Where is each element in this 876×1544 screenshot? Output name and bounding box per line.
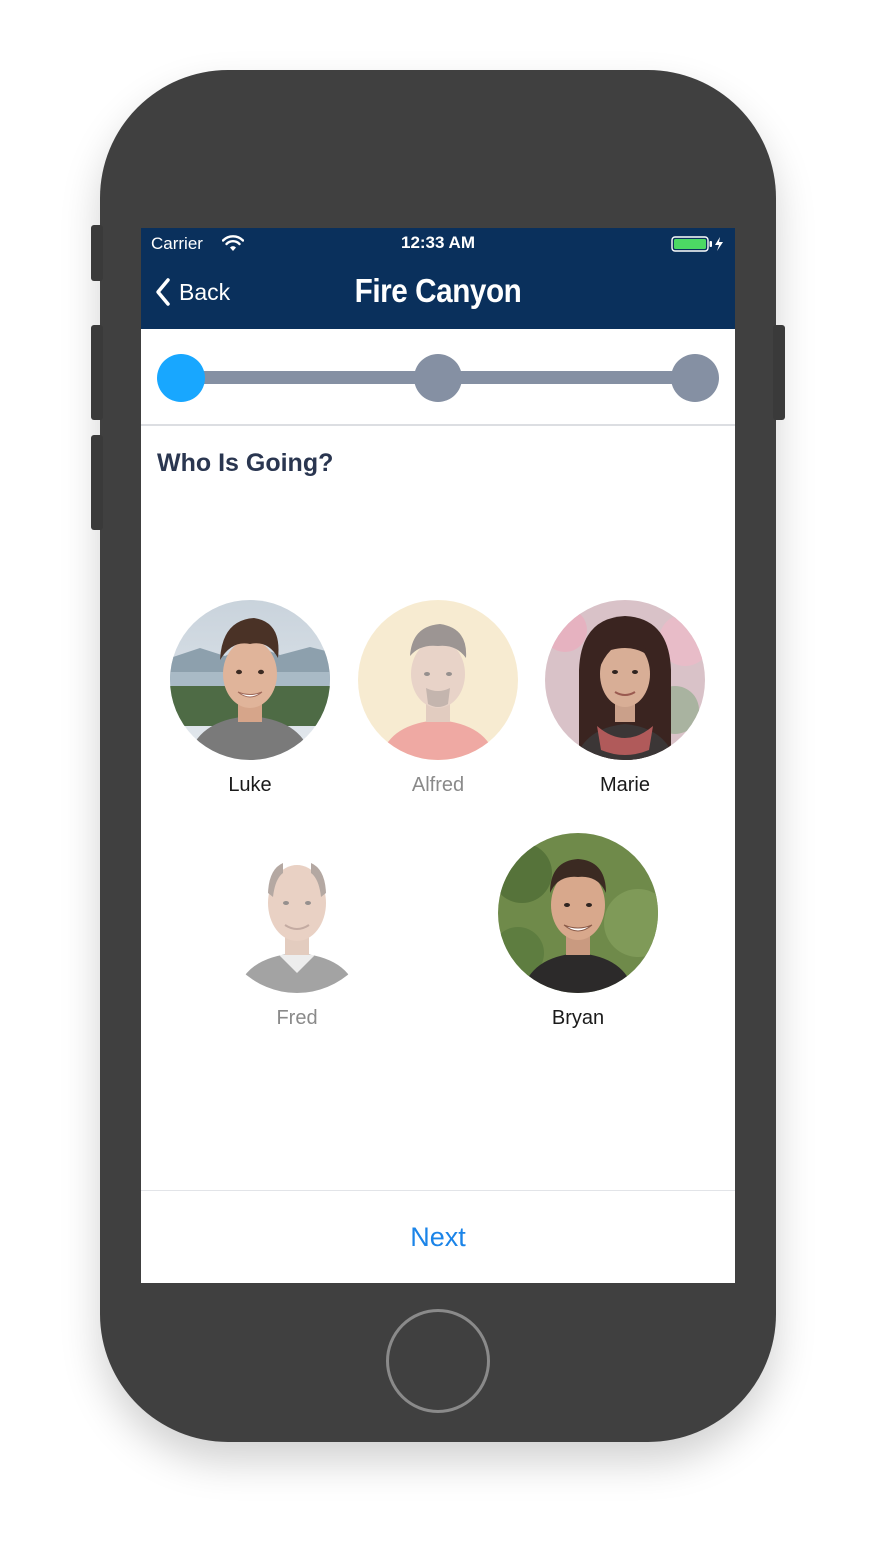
step-connector-2 <box>438 371 695 384</box>
person-name: Bryan <box>551 1007 605 1029</box>
page-title: Fire Canyon <box>354 272 522 309</box>
person-marie[interactable]: Marie <box>545 600 705 797</box>
step-connector-1 <box>181 371 438 384</box>
avatar-marie <box>545 600 705 760</box>
footer-bar: Next <box>141 1190 735 1283</box>
chevron-left-icon <box>156 278 170 306</box>
avatar-alfred <box>358 600 518 760</box>
step-1-indicator[interactable] <box>157 354 205 402</box>
avatar-fred <box>217 833 377 993</box>
avatar-luke <box>170 600 330 760</box>
app-screen: Carrier 12:33 AM Back Fire Canyon Who Is… <box>141 228 735 1283</box>
progress-stepper <box>141 329 735 426</box>
navigation-bar: Back Fire Canyon <box>141 262 735 329</box>
step-2-indicator[interactable] <box>414 354 462 402</box>
person-name: Fred <box>276 1007 318 1029</box>
mute-switch <box>91 225 103 281</box>
person-fred[interactable]: Fred <box>217 833 377 1030</box>
app-header: Carrier 12:33 AM Back Fire Canyon <box>141 228 735 329</box>
person-alfred[interactable]: Alfred <box>358 600 518 797</box>
section-heading: Who Is Going? <box>157 449 334 477</box>
power-button <box>773 325 785 420</box>
status-time: 12:33 AM <box>400 233 475 252</box>
battery-icon <box>671 236 723 252</box>
person-luke[interactable]: Luke <box>170 600 330 797</box>
person-name: Luke <box>228 774 272 796</box>
volume-up-button <box>91 325 103 420</box>
step-3-indicator[interactable] <box>671 354 719 402</box>
person-bryan[interactable]: Bryan <box>498 833 658 1030</box>
home-button[interactable] <box>386 1309 490 1413</box>
avatar-bryan <box>498 833 658 993</box>
status-bar: Carrier 12:33 AM <box>141 228 735 262</box>
next-button[interactable]: Next <box>141 1191 735 1283</box>
volume-down-button <box>91 435 103 530</box>
person-name: Marie <box>599 774 650 796</box>
person-name: Alfred <box>411 774 465 796</box>
